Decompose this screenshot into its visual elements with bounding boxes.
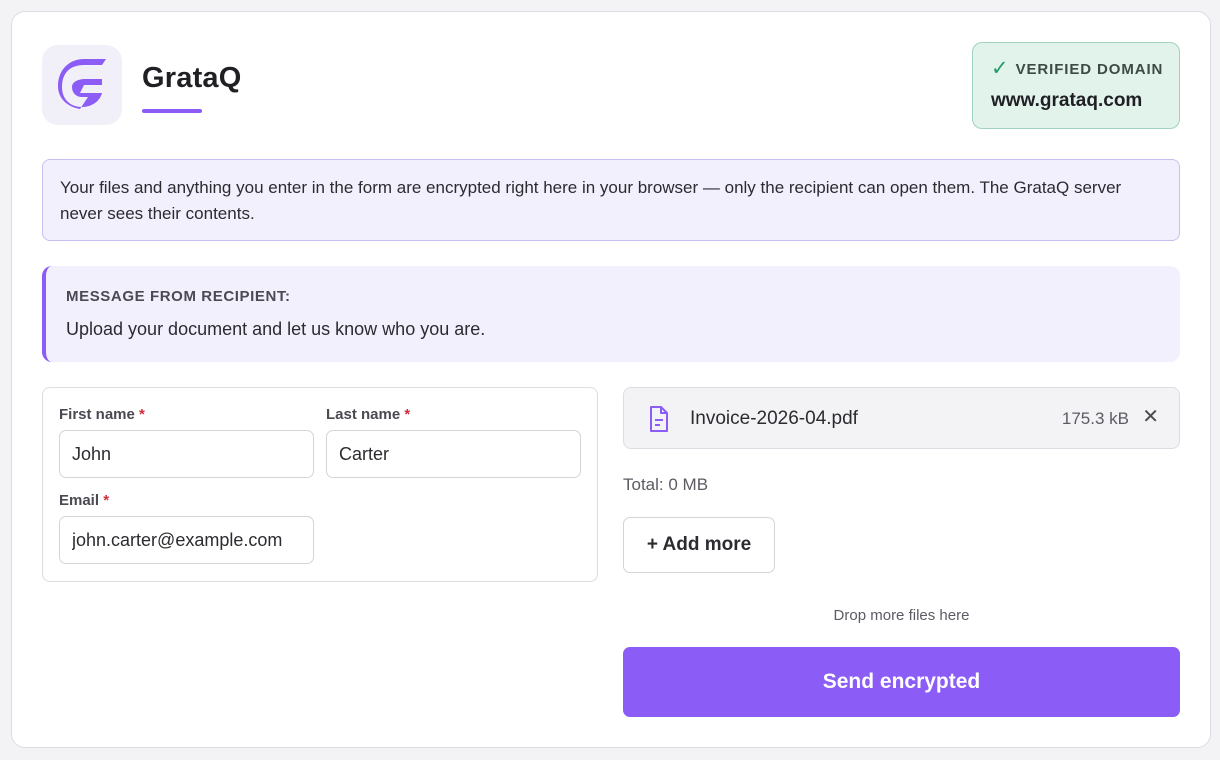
add-more-button[interactable]: + Add more [623,517,775,573]
verified-label: VERIFIED DOMAIN [1015,60,1164,78]
required-mark: * [139,406,145,423]
file-size: 175.3 kB [1061,409,1129,428]
verified-domain: www.grataq.com [991,90,1143,111]
last-name-label: Last name * [326,406,411,423]
message-heading: MESSAGE FROM RECIPIENT: [66,288,291,305]
first-name-label: First name * [59,406,145,423]
required-mark: * [103,492,110,509]
sender-form: First name * Last name * Email * [42,387,598,582]
total-size: Total: 0 MB [623,475,709,494]
brand-underline [142,109,202,113]
recipient-message: MESSAGE FROM RECIPIENT: Upload your docu… [42,266,1180,362]
first-name-field[interactable] [59,430,314,478]
document-icon [649,405,669,438]
encryption-notice: Your files and anything you enter in the… [42,159,1180,241]
verified-domain-badge: ✓ VERIFIED DOMAIN www.grataq.com [972,42,1180,129]
checkmark-icon: ✓ [991,57,1009,80]
brand-name: GrataQ [142,62,242,94]
email-label: Email * [59,492,110,509]
send-encrypted-button[interactable]: Send encrypted [623,647,1180,717]
grataq-logo [42,45,122,125]
drop-zone-hint[interactable]: Drop more files here [623,607,1180,624]
last-name-field[interactable] [326,430,581,478]
file-name: Invoice-2026-04.pdf [690,408,858,429]
file-list-item: Invoice-2026-04.pdf 175.3 kB ✕ [623,387,1180,449]
email-field[interactable] [59,516,314,564]
close-icon[interactable]: ✕ [1142,404,1159,429]
required-mark: * [404,406,411,423]
grataq-logo-icon [58,59,106,109]
message-body: Upload your document and let us know who… [66,319,486,339]
